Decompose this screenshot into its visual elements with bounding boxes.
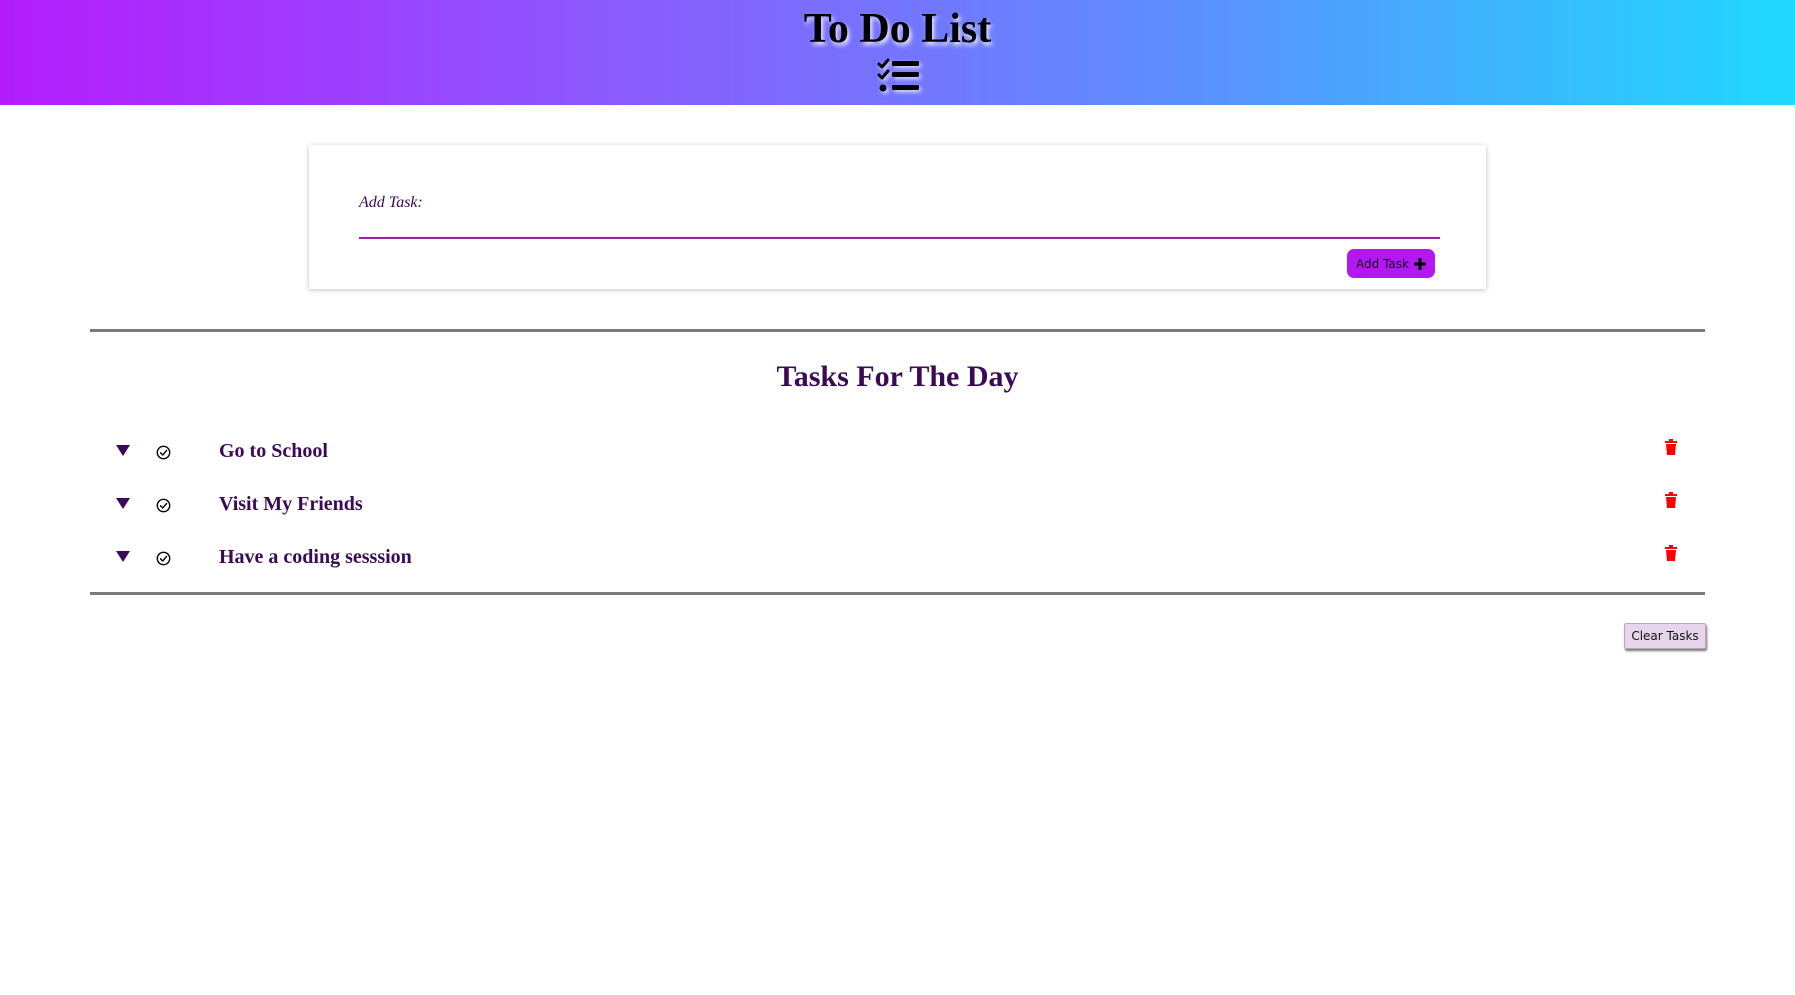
caret-down-icon[interactable]	[116, 551, 130, 562]
task-item: Have a coding sesssion	[90, 539, 1705, 579]
trash-icon[interactable]	[1665, 545, 1677, 561]
add-task-input[interactable]	[359, 205, 1440, 239]
add-task-card: Add Task: Add Task	[309, 145, 1486, 289]
tasks-list-icon	[877, 58, 919, 92]
task-text: Visit My Friends	[219, 493, 363, 515]
bottom-divider	[90, 592, 1705, 595]
app-header: To Do List	[0, 0, 1795, 105]
top-divider	[90, 329, 1705, 332]
add-task-button-label: Add Task	[1356, 256, 1409, 271]
app-title: To Do List	[803, 6, 992, 52]
trash-icon[interactable]	[1665, 439, 1677, 455]
task-item: Go to School	[90, 433, 1705, 473]
tasks-section-title: Tasks For The Day	[776, 360, 1019, 393]
task-text: Go to School	[219, 440, 328, 462]
caret-down-icon[interactable]	[116, 498, 130, 509]
task-text: Have a coding sesssion	[219, 546, 412, 568]
check-circle-icon[interactable]	[156, 445, 171, 460]
clear-tasks-button[interactable]: Clear Tasks	[1624, 623, 1706, 649]
task-item: Visit My Friends	[90, 486, 1705, 526]
plus-icon	[1413, 257, 1426, 270]
check-circle-icon[interactable]	[156, 551, 171, 566]
add-task-button[interactable]: Add Task	[1347, 249, 1435, 278]
check-circle-icon[interactable]	[156, 498, 171, 513]
trash-icon[interactable]	[1665, 492, 1677, 508]
caret-down-icon[interactable]	[116, 445, 130, 456]
